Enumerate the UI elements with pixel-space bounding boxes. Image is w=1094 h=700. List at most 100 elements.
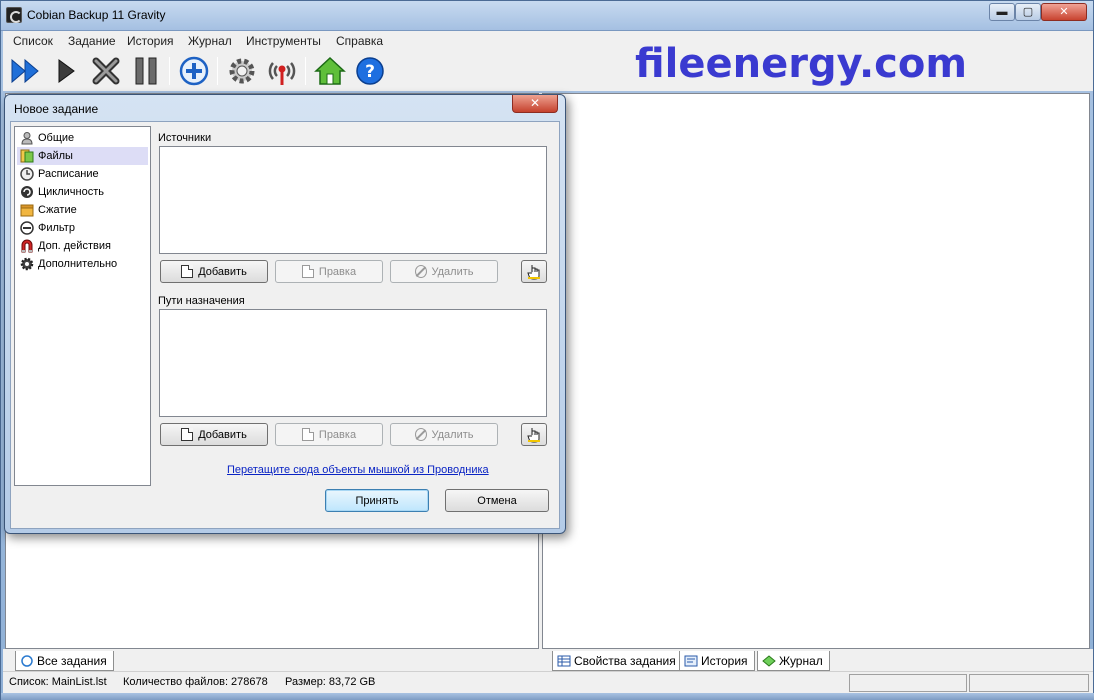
tab-label: Журнал [779, 653, 823, 668]
document-icon [181, 265, 194, 278]
pause-icon[interactable] [129, 55, 163, 87]
status-panel [849, 674, 967, 692]
menu-history[interactable]: История [127, 34, 174, 48]
cancel-button[interactable]: Отмена [445, 489, 549, 512]
nav-item-compression[interactable]: Сжатие [17, 201, 148, 219]
tab-strip [3, 649, 1093, 671]
maximize-button[interactable]: ▢ [1015, 3, 1041, 21]
app-icon [6, 7, 22, 23]
close-button[interactable]: ✕ [1041, 3, 1087, 21]
nav-item-files[interactable]: Файлы [17, 147, 148, 165]
nav-item-label: Файлы [38, 150, 73, 162]
nav-item-filter[interactable]: Фильтр [17, 219, 148, 237]
toolbar-separator [217, 57, 218, 85]
hand-pointer-icon [527, 264, 540, 279]
sources-delete-button[interactable]: Удалить [390, 260, 498, 283]
files-icon [20, 149, 34, 163]
add-task-icon[interactable] [177, 55, 211, 87]
sources-pick-button[interactable] [521, 260, 547, 283]
sources-add-button[interactable]: Добавить [160, 260, 268, 283]
tab-all-tasks[interactable]: Все задания [15, 651, 114, 671]
destinations-add-button[interactable]: Добавить [160, 423, 268, 446]
menu-task[interactable]: Задание [68, 34, 116, 48]
archive-icon [20, 203, 34, 217]
sources-edit-button[interactable]: Правка [275, 260, 383, 283]
button-label: Добавить [198, 428, 247, 441]
stop-icon[interactable] [89, 55, 123, 87]
person-icon [20, 131, 34, 145]
history-icon [684, 655, 698, 667]
tab-history[interactable]: История [679, 651, 755, 671]
dialog-body: Общие Файлы Расписание Цикличность Сжати… [10, 121, 560, 529]
toolbar-separator [169, 57, 170, 85]
svg-text:?: ? [365, 62, 375, 82]
menu-list[interactable]: Список [13, 34, 53, 48]
nav-item-extra-actions[interactable]: Доп. действия [17, 237, 148, 255]
nav-item-label: Цикличность [38, 186, 104, 198]
settings-nav-tree: Общие Файлы Расписание Цикличность Сжати… [14, 126, 151, 486]
remote-icon[interactable] [265, 55, 299, 87]
nav-item-cycle[interactable]: Цикличность [17, 183, 148, 201]
tab-label: Все задания [37, 653, 107, 668]
tab-label: Свойства задания [574, 653, 676, 668]
task-properties-pane[interactable] [542, 93, 1090, 649]
button-label: Удалить [431, 265, 474, 278]
filter-icon [20, 221, 34, 235]
tab-log[interactable]: Журнал [757, 651, 830, 671]
gear-icon [20, 257, 34, 271]
button-label: Удалить [431, 428, 474, 441]
drag-drop-hint-link[interactable]: Перетащите сюда объекты мышкой из Провод… [227, 464, 489, 476]
button-label: Правка [318, 428, 357, 441]
dialog-title: Новое задание [14, 102, 99, 116]
nav-item-label: Фильтр [38, 222, 75, 234]
home-icon[interactable] [313, 55, 347, 87]
destinations-delete-button[interactable]: Удалить [390, 423, 498, 446]
tab-task-properties[interactable]: Свойства задания [552, 651, 683, 671]
properties-icon [557, 655, 571, 667]
nav-item-schedule[interactable]: Расписание [17, 165, 148, 183]
destinations-label: Пути назначения [158, 295, 245, 307]
cycle-icon [20, 185, 34, 199]
title-bar[interactable]: Cobian Backup 11 Gravity ▬ ▢ ✕ [1, 1, 1093, 31]
tab-label: История [701, 653, 748, 668]
menu-tools[interactable]: Инструменты [246, 34, 321, 48]
nav-item-advanced[interactable]: Дополнительно [17, 255, 148, 273]
destinations-list[interactable] [159, 309, 547, 417]
magnet-icon [20, 239, 34, 253]
sources-label: Источники [158, 132, 212, 144]
nav-item-label: Сжатие [38, 204, 77, 216]
nav-item-general[interactable]: Общие [17, 129, 148, 147]
delete-icon [414, 265, 427, 278]
destinations-pick-button[interactable] [521, 423, 547, 446]
run-all-icon[interactable] [9, 55, 43, 87]
dialog-close-button[interactable]: ✕ [512, 95, 558, 113]
button-label: Отмена [477, 494, 517, 507]
nav-item-label: Дополнительно [38, 258, 118, 270]
edit-icon [301, 428, 314, 441]
button-label: Правка [318, 265, 357, 278]
help-icon[interactable]: ? [353, 55, 387, 87]
all-tasks-icon [20, 654, 34, 667]
button-label: Принять [355, 494, 399, 507]
sources-list[interactable] [159, 146, 547, 254]
toolbar-separator [305, 57, 306, 85]
window-frame-edge [1, 693, 1094, 700]
settings-icon[interactable] [225, 55, 259, 87]
new-task-dialog: Новое задание ✕ Общие Файлы Расписание Ц… [4, 94, 566, 534]
nav-item-label: Общие [38, 132, 75, 144]
nav-item-label: Доп. действия [38, 240, 111, 252]
status-file-count: Количество файлов: 278678 [123, 676, 268, 688]
menu-help[interactable]: Справка [336, 34, 383, 48]
button-label: Добавить [198, 265, 247, 278]
watermark-text: fileenergy.com [635, 41, 968, 87]
minimize-button[interactable]: ▬ [989, 3, 1015, 21]
document-icon [181, 428, 194, 441]
log-icon [762, 654, 776, 667]
destinations-edit-button[interactable]: Правка [275, 423, 383, 446]
delete-icon [414, 428, 427, 441]
menu-log[interactable]: Журнал [188, 34, 232, 48]
accept-button[interactable]: Принять [325, 489, 429, 512]
run-icon[interactable] [49, 55, 83, 87]
status-size: Размер: 83,72 GB [285, 676, 376, 688]
status-list: Список: MainList.lst [9, 676, 107, 688]
